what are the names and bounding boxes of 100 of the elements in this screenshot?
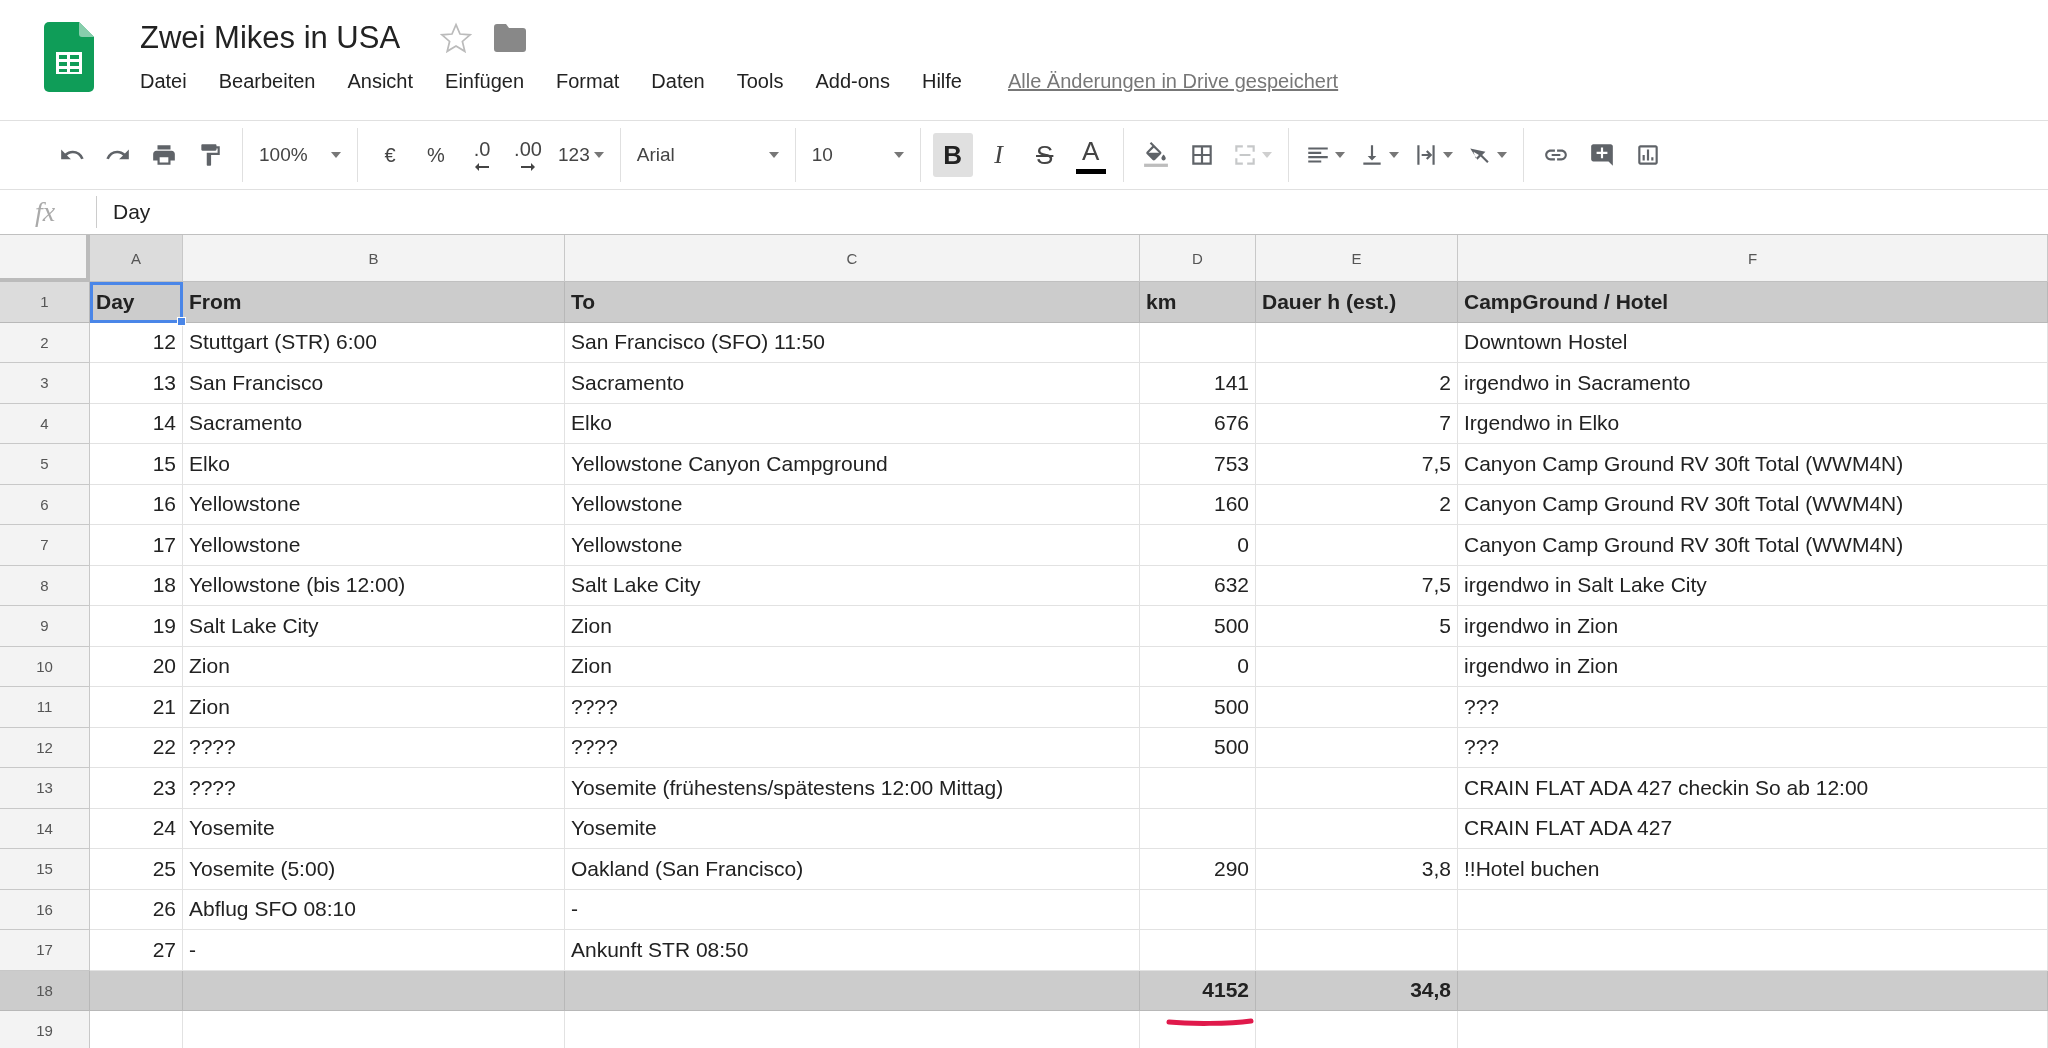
table-cell: 7,5: [1256, 565, 1458, 606]
column-header[interactable]: D: [1140, 235, 1256, 282]
spreadsheet-logo-icon[interactable]: [44, 22, 94, 92]
table-cell: ????: [183, 727, 565, 768]
table-cell: 3,8: [1256, 849, 1458, 890]
font-size-dropdown[interactable]: 10: [807, 133, 908, 177]
table-cell: 16: [90, 484, 183, 525]
table-cell: 27: [90, 930, 183, 971]
menu-item[interactable]: Add-ons: [815, 66, 905, 97]
table-cell: Sacramento: [183, 403, 565, 444]
row-header[interactable]: 16: [0, 889, 90, 930]
row-header[interactable]: 14: [0, 808, 90, 849]
caret-icon: [1496, 152, 1507, 158]
table-cell: Yellowstone: [183, 525, 565, 566]
row-header[interactable]: 15: [0, 849, 90, 890]
menu-item[interactable]: Ansicht: [347, 66, 429, 97]
table-cell: Canyon Camp Ground RV 30ft Total (WWM4N): [1458, 484, 2048, 525]
row-header[interactable]: 12: [0, 727, 90, 768]
table-cell: Canyon Camp Ground RV 30ft Total (WWM4N): [1458, 525, 2048, 566]
table-cell: km: [1140, 282, 1256, 323]
column-header[interactable]: E: [1256, 235, 1458, 282]
row-header[interactable]: 10: [0, 646, 90, 687]
save-status-link[interactable]: Alle Änderungen in Drive gespeichert: [1007, 70, 1339, 93]
caret-icon: [893, 152, 904, 158]
format-button[interactable]: %: [416, 133, 456, 177]
increase-decimal-button[interactable]: .00: [508, 133, 548, 177]
table-cell: Zion: [183, 646, 565, 687]
caret-icon: [1442, 152, 1453, 158]
row-header[interactable]: 7: [0, 525, 90, 566]
formula-label: fx: [10, 196, 97, 228]
menu-item[interactable]: Einfügen: [445, 66, 539, 97]
table-cell: 7: [1256, 403, 1458, 444]
row-header[interactable]: 3: [0, 363, 90, 404]
table-cell: 21: [90, 687, 183, 728]
table-cell: 14: [90, 403, 183, 444]
table-cell: ???: [1458, 727, 2048, 768]
row-header[interactable]: 2: [0, 322, 90, 363]
table-cell: 141: [1140, 363, 1256, 404]
font-dropdown[interactable]: Arial: [632, 133, 783, 177]
row-header[interactable]: 17: [0, 930, 90, 971]
row-header[interactable]: 18: [0, 970, 90, 1011]
row-header[interactable]: 19: [0, 1011, 90, 1048]
document-title[interactable]: Zwei Mikes in USA: [140, 20, 401, 56]
table-cell: ????: [565, 727, 1140, 768]
menu-item[interactable]: Format: [556, 66, 635, 97]
table-cell: To: [565, 282, 1140, 323]
table-cell: 23: [90, 768, 183, 809]
table-cell: irgendwo in Zion: [1458, 606, 2048, 647]
table-cell: Ankunft STR 08:50: [565, 930, 1140, 971]
row-header[interactable]: 11: [0, 687, 90, 728]
menu-item[interactable]: Tools: [736, 66, 799, 97]
table-cell: -: [183, 930, 565, 971]
column-header[interactable]: A: [90, 235, 183, 282]
row-header[interactable]: 13: [0, 768, 90, 809]
table-cell: 500: [1140, 687, 1256, 728]
row-header[interactable]: 1: [0, 282, 90, 323]
caret-icon: [1261, 152, 1272, 158]
table-cell: Downtown Hostel: [1458, 322, 2048, 363]
table-cell: Yellowstone: [183, 484, 565, 525]
table-cell: Yellowstone: [565, 525, 1140, 566]
table-cell: 753: [1140, 444, 1256, 485]
column-header[interactable]: F: [1458, 235, 2048, 282]
decrease-decimal-button[interactable]: .0: [462, 133, 502, 177]
paint-bucket-icon: [1142, 142, 1169, 168]
row-header[interactable]: 6: [0, 484, 90, 525]
formula-input[interactable]: Day: [113, 200, 151, 224]
table-cell: 20: [90, 646, 183, 687]
table-cell: !!Hotel buchen: [1458, 849, 2048, 890]
menu-item[interactable]: Datei: [140, 66, 202, 97]
menu-item[interactable]: Hilfe: [921, 66, 977, 97]
column-header[interactable]: B: [183, 235, 565, 282]
row-header[interactable]: 8: [0, 565, 90, 606]
table-cell: Oakland (San Francisco): [565, 849, 1140, 890]
table-cell: Salt Lake City: [183, 606, 565, 647]
bold-button[interactable]: B: [932, 133, 973, 177]
table-cell: 0: [1140, 646, 1256, 687]
row-header[interactable]: 9: [0, 606, 90, 647]
table-cell: Elko: [183, 444, 565, 485]
format-dropdown[interactable]: 100%: [255, 133, 345, 177]
format-dropdown[interactable]: 123: [554, 133, 608, 177]
table-cell: Yosemite: [183, 808, 565, 849]
table-cell: irgendwo in Sacramento: [1458, 363, 2048, 404]
table-cell: Zion: [565, 606, 1140, 647]
table-cell: Yellowstone Canyon Campground: [565, 444, 1140, 485]
folder-icon[interactable]: [494, 24, 527, 52]
table-cell: Yosemite (frühestens/spätestens 12:00 Mittag): [565, 768, 1140, 809]
format-button[interactable]: €: [370, 133, 410, 177]
table-cell: Salt Lake City: [565, 565, 1140, 606]
table-cell: 7,5: [1256, 444, 1458, 485]
italic-button[interactable]: I: [978, 133, 1019, 177]
column-header[interactable]: C: [565, 235, 1140, 282]
caret-icon: [331, 152, 341, 158]
row-header[interactable]: 5: [0, 444, 90, 485]
table-cell: 160: [1140, 484, 1256, 525]
star-icon[interactable]: [440, 22, 473, 54]
strike-button[interactable]: S: [1024, 133, 1065, 177]
menu-item[interactable]: Bearbeiten: [218, 66, 331, 97]
menu-item[interactable]: Daten: [651, 66, 720, 97]
text-color-button[interactable]: A: [1070, 133, 1111, 177]
row-header[interactable]: 4: [0, 403, 90, 444]
